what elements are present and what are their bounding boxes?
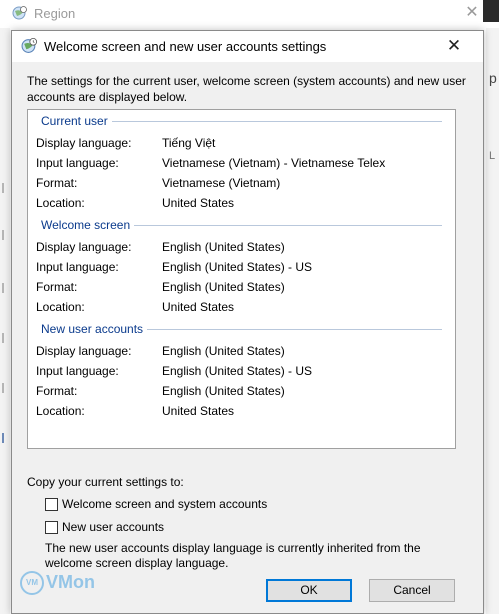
row-value: United States <box>162 404 235 418</box>
row-key: Input language: <box>36 364 119 378</box>
row-key: Input language: <box>36 260 119 274</box>
region-left-edge <box>0 28 10 614</box>
row-key: Location: <box>36 196 85 210</box>
settings-row: Display language: Tiếng Việt <box>36 136 446 152</box>
settings-row: Format: English (United States) <box>36 384 446 400</box>
row-key: Format: <box>36 280 78 294</box>
settings-row: Display language: English (United States… <box>36 344 446 360</box>
row-value: Tiếng Việt <box>162 136 216 150</box>
region-partial-text-2: L <box>489 150 496 162</box>
row-key: Location: <box>36 300 85 314</box>
region-close-icon[interactable]: ✕ <box>463 4 481 22</box>
row-value: United States <box>162 196 235 210</box>
row-key: Display language: <box>36 136 132 150</box>
region-right-edge <box>486 28 499 614</box>
region-window-title: Region <box>34 6 76 21</box>
watermark-text: VMon <box>46 572 95 592</box>
copy-settings-label: Copy your current settings to: <box>27 475 184 489</box>
region-globe-icon <box>12 5 28 24</box>
region-edge-mark <box>2 383 10 393</box>
row-key: Display language: <box>36 344 132 358</box>
row-value: English (United States) <box>162 384 285 398</box>
row-value: English (United States) - US <box>162 260 313 274</box>
region-edge-mark <box>2 183 10 193</box>
settings-row: Location: United States <box>36 300 446 316</box>
group-heading-welcome-screen: Welcome screen <box>41 218 135 232</box>
row-value: English (United States) <box>162 280 285 294</box>
row-key: Location: <box>36 404 85 418</box>
settings-row: Display language: English (United States… <box>36 240 446 256</box>
row-value: English (United States) - US <box>162 364 313 378</box>
row-key: Format: <box>36 384 78 398</box>
region-partial-text: p <box>489 70 497 86</box>
dialog-title: Welcome screen and new user accounts set… <box>44 39 327 54</box>
settings-row: Location: United States <box>36 196 446 212</box>
group-heading-current-user: Current user <box>41 114 112 128</box>
checkbox-label[interactable]: Welcome screen and system accounts <box>62 497 267 511</box>
cancel-button[interactable]: Cancel <box>369 579 455 602</box>
region-edge-mark <box>2 230 10 240</box>
region-titlebar: Region ✕ <box>0 0 499 28</box>
row-value: English (United States) <box>162 344 285 358</box>
settings-summary-panel: Current user Display language: Tiếng Việ… <box>27 109 456 449</box>
region-edge-mark <box>2 283 10 293</box>
row-value: Vietnamese (Vietnam) - Vietnamese Telex <box>162 156 386 170</box>
row-value: United States <box>162 300 235 314</box>
checkbox-label[interactable]: New user accounts <box>62 520 164 534</box>
group-heading-new-user-accounts: New user accounts <box>41 322 148 336</box>
region-edge-mark <box>2 333 10 343</box>
settings-row: Format: Vietnamese (Vietnam) <box>36 176 446 192</box>
settings-row: Location: United States <box>36 404 446 420</box>
dialog-intro-text: The settings for the current user, welco… <box>27 74 466 104</box>
inheritance-note: The new user accounts display language i… <box>45 541 421 570</box>
globe-clock-icon <box>21 37 38 57</box>
ok-button[interactable]: OK <box>266 579 352 602</box>
row-key: Display language: <box>36 240 132 254</box>
settings-row: Format: English (United States) <box>36 280 446 296</box>
welcome-settings-dialog: Welcome screen and new user accounts set… <box>11 30 484 614</box>
settings-row: Input language: English (United States) … <box>36 364 446 380</box>
row-value: English (United States) <box>162 240 285 254</box>
close-icon[interactable]: ✕ <box>444 36 464 56</box>
region-edge-mark <box>2 433 10 443</box>
watermark-badge: VM <box>20 571 44 595</box>
row-key: Format: <box>36 176 78 190</box>
row-value: Vietnamese (Vietnam) <box>162 176 281 190</box>
settings-row: Input language: English (United States) … <box>36 260 446 276</box>
welcome-screen-checkbox[interactable] <box>45 498 58 511</box>
background-taskbar-strip <box>483 0 499 22</box>
row-key: Input language: <box>36 156 119 170</box>
dialog-titlebar: Welcome screen and new user accounts set… <box>12 31 483 62</box>
settings-row: Input language: Vietnamese (Vietnam) - V… <box>36 156 446 172</box>
new-user-accounts-checkbox[interactable] <box>45 521 58 534</box>
